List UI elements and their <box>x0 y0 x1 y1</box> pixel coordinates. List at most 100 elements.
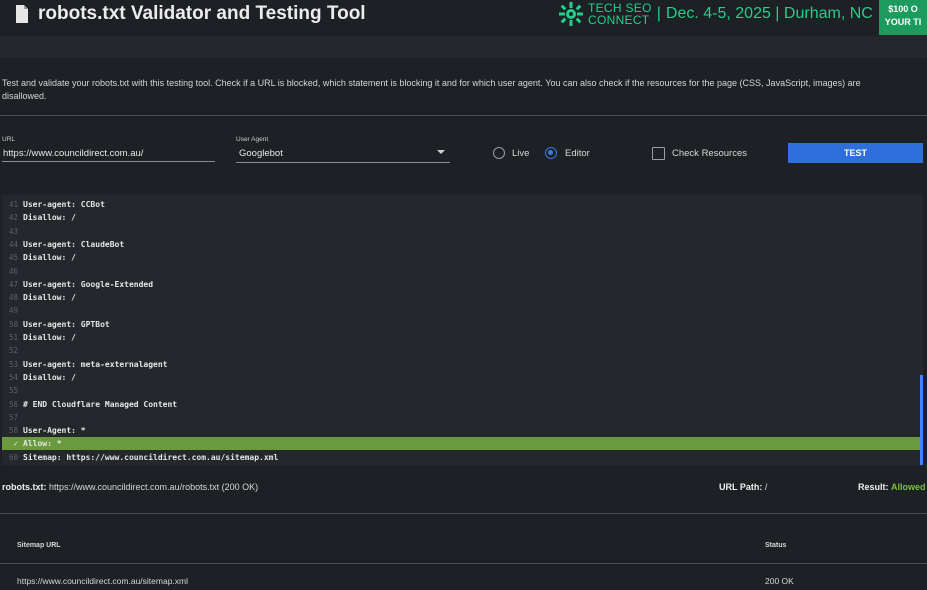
line-number: 46 <box>8 266 18 276</box>
editor-line[interactable]: 58 User-Agent: * <box>2 424 923 437</box>
line-number: 52 <box>8 346 18 356</box>
promo-button[interactable]: $100 O YOUR TI <box>879 0 927 35</box>
line-code: User-agent: CCBot <box>23 200 105 209</box>
banner-brand: TECH SEO CONNECT <box>588 2 652 26</box>
page-title-text: robots.txt Validator and Testing Tool <box>38 3 366 24</box>
url-path-result: URL Path: / <box>719 482 767 492</box>
editor-line[interactable]: 47 User-agent: Google-Extended <box>2 278 923 291</box>
line-number: 45 <box>8 253 18 263</box>
editor-line[interactable]: 52 <box>2 344 923 357</box>
divider <box>0 563 927 564</box>
line-code: Disallow: / <box>23 333 76 342</box>
line-number: 41 <box>8 200 18 209</box>
line-number: 50 <box>8 319 18 329</box>
editor-line[interactable]: 42 Disallow: / <box>2 211 923 224</box>
line-number: ✓ <box>13 439 18 449</box>
editor-line[interactable]: 60 Sitemap: https://www.councildirect.com… <box>2 451 923 464</box>
promo-line2: YOUR TI <box>884 17 922 27</box>
line-number: 48 <box>8 293 18 303</box>
line-number: 56 <box>8 399 18 409</box>
editor-line[interactable]: 50 User-agent: GPTBot <box>2 318 923 331</box>
result-label: Result: <box>858 482 889 492</box>
line-number: 44 <box>8 239 18 249</box>
url-label: URL <box>2 136 16 143</box>
page-title: robots.txt Validator and Testing Tool <box>14 3 366 25</box>
check-resources-label[interactable]: Check Resources <box>672 148 747 159</box>
tech-seo-logo-icon <box>559 2 583 26</box>
line-number: 42 <box>8 213 18 223</box>
line-code: Disallow: / <box>23 293 76 303</box>
radio-live-label[interactable]: Live <box>512 148 529 159</box>
line-code: User-agent: meta-externalagent <box>23 359 168 369</box>
intro-text: Test and validate your robots.txt with t… <box>2 78 861 101</box>
top-bar: robots.txt Validator and Testing Tool TE… <box>0 0 927 36</box>
banner-event-text: Dec. 4-5, 2025 | Durham, NC <box>665 5 873 22</box>
line-number: 55 <box>8 386 18 396</box>
line-number: 51 <box>8 333 18 342</box>
editor-line[interactable]: 54 Disallow: / <box>2 371 923 384</box>
editor-line[interactable]: 44 User-agent: ClaudeBot <box>2 238 923 251</box>
line-code: Allow: * <box>23 439 62 449</box>
line-code: User-agent: Google-Extended <box>23 279 154 289</box>
robots-result: robots.txt: https://www.councildirect.co… <box>2 482 258 492</box>
test-result: Result: Allowed <box>858 482 926 492</box>
editor-line[interactable]: 57 <box>2 411 923 424</box>
line-number: 58 <box>8 426 18 436</box>
user-agent-select[interactable]: Googlebot <box>236 145 450 163</box>
robots-label: robots.txt: <box>2 482 47 492</box>
line-code: User-agent: GPTBot <box>23 319 110 329</box>
radio-editor[interactable] <box>545 147 557 159</box>
line-code: Sitemap: https://www.councildirect.com.a… <box>23 452 279 462</box>
sitemap-status-cell: 200 OK <box>765 576 794 586</box>
line-code: Disallow: / <box>23 213 76 223</box>
editor-line[interactable]: 46 <box>2 265 923 278</box>
radio-editor-label[interactable]: Editor <box>565 148 590 159</box>
divider <box>0 513 927 514</box>
line-code: # END Cloudflare Managed Content <box>23 399 178 409</box>
divider <box>0 115 927 116</box>
sitemap-url-header: Sitemap URL <box>17 542 61 549</box>
editor-line[interactable]: 55 <box>2 384 923 397</box>
editor-line[interactable]: 51 Disallow: / <box>2 331 923 344</box>
user-agent-value: Googlebot <box>239 148 283 159</box>
line-code: Disallow: / <box>23 372 76 382</box>
line-number: 47 <box>8 279 18 289</box>
result-value: Allowed <box>891 482 926 492</box>
url-path-label: URL Path: <box>719 482 763 492</box>
sitemap-status-header: Status <box>765 542 787 549</box>
url-input[interactable] <box>2 145 215 162</box>
editor-line[interactable]: 48 Disallow: / <box>2 291 923 304</box>
editor-line[interactable]: 56 # END Cloudflare Managed Content <box>2 398 923 411</box>
caret-down-icon <box>437 150 445 154</box>
line-number: 54 <box>8 372 18 382</box>
promo-line1: $100 O <box>888 4 918 14</box>
line-code: User-Agent: * <box>23 426 86 436</box>
editor-scrollbar[interactable] <box>920 375 923 465</box>
line-number: 60 <box>8 452 18 462</box>
editor-line[interactable]: 53 User-agent: meta-externalagent <box>2 358 923 371</box>
editor-line-highlighted[interactable]: ✓ Allow: * <box>2 437 923 451</box>
line-code: User-agent: ClaudeBot <box>23 239 125 249</box>
banner-brand-line2: CONNECT <box>588 13 650 27</box>
editor-line[interactable]: 45 Disallow: / <box>2 251 923 264</box>
line-number: 53 <box>8 359 18 369</box>
sub-header-bar <box>0 36 927 58</box>
sitemap-url-cell[interactable]: https://www.councildirect.com.au/sitemap… <box>17 576 188 586</box>
robots-value: https://www.councildirect.com.au/robots.… <box>49 482 259 492</box>
event-banner[interactable]: TECH SEO CONNECT | Dec. 4-5, 2025 | Durh… <box>558 0 873 28</box>
line-number: 43 <box>8 226 18 236</box>
user-agent-label: User Agent <box>236 136 269 143</box>
check-resources-checkbox[interactable] <box>652 147 665 160</box>
editor-line[interactable]: 49 <box>2 304 923 317</box>
editor-line[interactable]: 41 User-agent: CCBot <box>2 198 923 211</box>
line-code: Disallow: / <box>23 253 76 263</box>
editor-line[interactable]: 43 <box>2 225 923 238</box>
line-number: 57 <box>8 412 18 422</box>
robots-editor[interactable]: 41 User-agent: CCBot 42 Disallow: / 43 44 User… <box>2 195 923 465</box>
url-path-value: / <box>764 482 768 492</box>
banner-separator: | <box>656 5 661 22</box>
document-icon <box>16 5 28 23</box>
radio-live[interactable] <box>493 147 505 159</box>
test-button[interactable]: TEST <box>788 143 923 163</box>
line-number: 49 <box>8 306 18 316</box>
